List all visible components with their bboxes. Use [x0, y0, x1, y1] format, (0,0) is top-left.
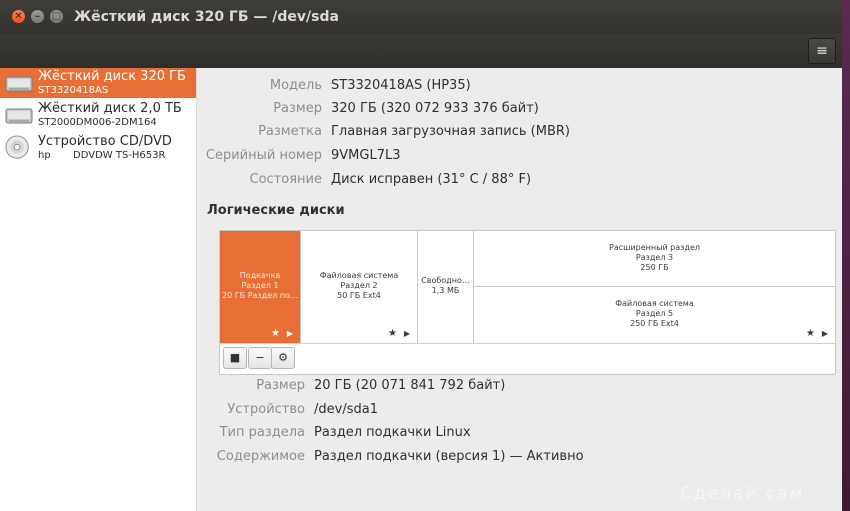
- hard-disk-icon: [5, 108, 33, 124]
- play-arrow-icon: ▶: [403, 329, 410, 338]
- device-value: /dev/sda1: [314, 402, 378, 417]
- drive-item-cd-dvd[interactable]: Устройство CD/DVD hp DDVDW TS-H653R: [0, 133, 196, 163]
- drive-item-hdd-2tb[interactable]: Жёсткий диск 2,0 ТБ ST2000DM006-2DM164: [0, 100, 196, 130]
- partition-type: Свободно…: [421, 276, 470, 285]
- partition-fs-5[interactable]: Файловая система Раздел 5 250 ГБ Ext4 ★ …: [474, 287, 835, 343]
- partition-fs-2[interactable]: Файловая система Раздел 2 50 ГБ Ext4 ★ ▶: [301, 231, 418, 343]
- partition-type: Подкачка: [239, 271, 281, 280]
- partition-size: 50 ГБ Ext4: [337, 291, 381, 300]
- star-icon: ★: [271, 328, 280, 339]
- contents-value: Раздел подкачки (версия 1) — Активно: [314, 449, 584, 464]
- partition-number: Раздел 1: [241, 281, 279, 290]
- drive-name: Жёсткий диск 2,0 ТБ: [38, 101, 182, 116]
- drive-list: Жёсткий диск 320 ГБ ST3320418AS Жёсткий …: [0, 68, 197, 511]
- star-icon: ★: [388, 328, 397, 339]
- header-toolbar: ≡: [0, 34, 842, 68]
- partition-size: 20 ГБ Раздел по…: [222, 291, 298, 300]
- drive-model: DDVDW TS-H653R: [73, 150, 166, 161]
- partition-swap[interactable]: Подкачка Раздел 1 20 ГБ Раздел по… ★ ▶: [220, 231, 301, 343]
- stop-icon: ■: [229, 351, 241, 364]
- minus-icon: −: [255, 351, 265, 364]
- volume-map: Подкачка Раздел 1 20 ГБ Раздел по… ★ ▶ Ф…: [219, 230, 836, 375]
- star-icon: ★: [806, 328, 815, 339]
- size-label: Размер: [273, 101, 322, 116]
- gears-icon: ⚙: [278, 351, 288, 364]
- serial-label: Серийный номер: [205, 148, 322, 163]
- partition-number: Раздел 3: [635, 253, 674, 262]
- partition-size: 250 ГБ: [640, 263, 669, 272]
- drive-item-hdd-320[interactable]: Жёсткий диск 320 ГБ ST3320418AS: [0, 68, 196, 98]
- partition-size: 250 ГБ Ext4: [630, 319, 679, 328]
- play-arrow-icon: ▶: [286, 329, 293, 338]
- close-window-button[interactable]: ✕: [12, 10, 25, 23]
- optical-disc-icon: [5, 135, 29, 159]
- drive-details: Модель ST3320418AS (HP35) Размер 320 ГБ …: [197, 68, 842, 511]
- play-arrow-icon: ▶: [821, 329, 828, 338]
- partition-free-space[interactable]: Свободно… 1,3 МБ: [418, 231, 474, 343]
- hard-disk-icon: [5, 76, 33, 92]
- partition-type: Файловая система: [615, 299, 694, 308]
- partition-type-value: Раздел подкачки Linux: [314, 425, 471, 440]
- drive-name: Устройство CD/DVD: [38, 134, 172, 149]
- site-watermark: Сделай сам: [680, 484, 805, 504]
- model-label: Модель: [269, 78, 322, 93]
- partition-number: Раздел 2: [340, 281, 378, 290]
- state-value: Диск исправен (31° C / 88° F): [331, 172, 532, 187]
- drive-model: ST2000DM006-2DM164: [38, 117, 157, 128]
- model-value: ST3320418AS (HP35): [331, 78, 471, 93]
- partition-type-label: Тип раздела: [219, 425, 305, 440]
- minimize-window-button[interactable]: –: [31, 10, 44, 23]
- maximize-window-button[interactable]: □: [50, 10, 63, 23]
- contents-label: Содержимое: [216, 449, 305, 464]
- title-bar: ✕ – □ Жёсткий диск 320 ГБ — /dev/sda: [0, 0, 842, 34]
- partition-number: Раздел 5: [635, 309, 674, 318]
- hamburger-menu-icon: ≡: [816, 43, 828, 59]
- state-label: Состояние: [249, 172, 322, 187]
- partitioning-value: Главная загрузочная запись (MBR): [331, 124, 570, 139]
- drive-model: ST3320418AS: [38, 85, 109, 96]
- partition-size-label: Размер: [256, 378, 305, 393]
- partition-size: 1,3 МБ: [431, 286, 460, 295]
- stop-button[interactable]: ■: [223, 347, 247, 369]
- serial-value: 9VMGL7L3: [331, 148, 401, 163]
- partition-extended[interactable]: Расширенный раздел Раздел 3 250 ГБ: [474, 231, 835, 287]
- menu-button[interactable]: ≡: [808, 38, 836, 64]
- partition-bar: Подкачка Раздел 1 20 ГБ Раздел по… ★ ▶ Ф…: [220, 231, 835, 344]
- partitioning-label: Разметка: [258, 124, 322, 139]
- drive-name: Жёсткий диск 320 ГБ: [38, 69, 186, 84]
- drive-vendor: hp: [38, 150, 51, 161]
- device-label: Устройство: [227, 402, 305, 417]
- partition-settings-button[interactable]: ⚙: [271, 347, 295, 369]
- window-title: Жёсткий диск 320 ГБ — /dev/sda: [74, 9, 339, 25]
- partition-type: Файловая система: [319, 271, 399, 280]
- disks-window: ✕ – □ Жёсткий диск 320 ГБ — /dev/sda ≡ Ж…: [0, 0, 842, 511]
- partition-type: Расширенный раздел: [609, 243, 700, 252]
- delete-partition-button[interactable]: −: [248, 347, 272, 369]
- partition-size-value: 20 ГБ (20 071 841 792 байт): [314, 378, 506, 393]
- volumes-heading: Логические диски: [207, 203, 345, 218]
- size-value: 320 ГБ (320 072 933 376 байт): [331, 101, 539, 116]
